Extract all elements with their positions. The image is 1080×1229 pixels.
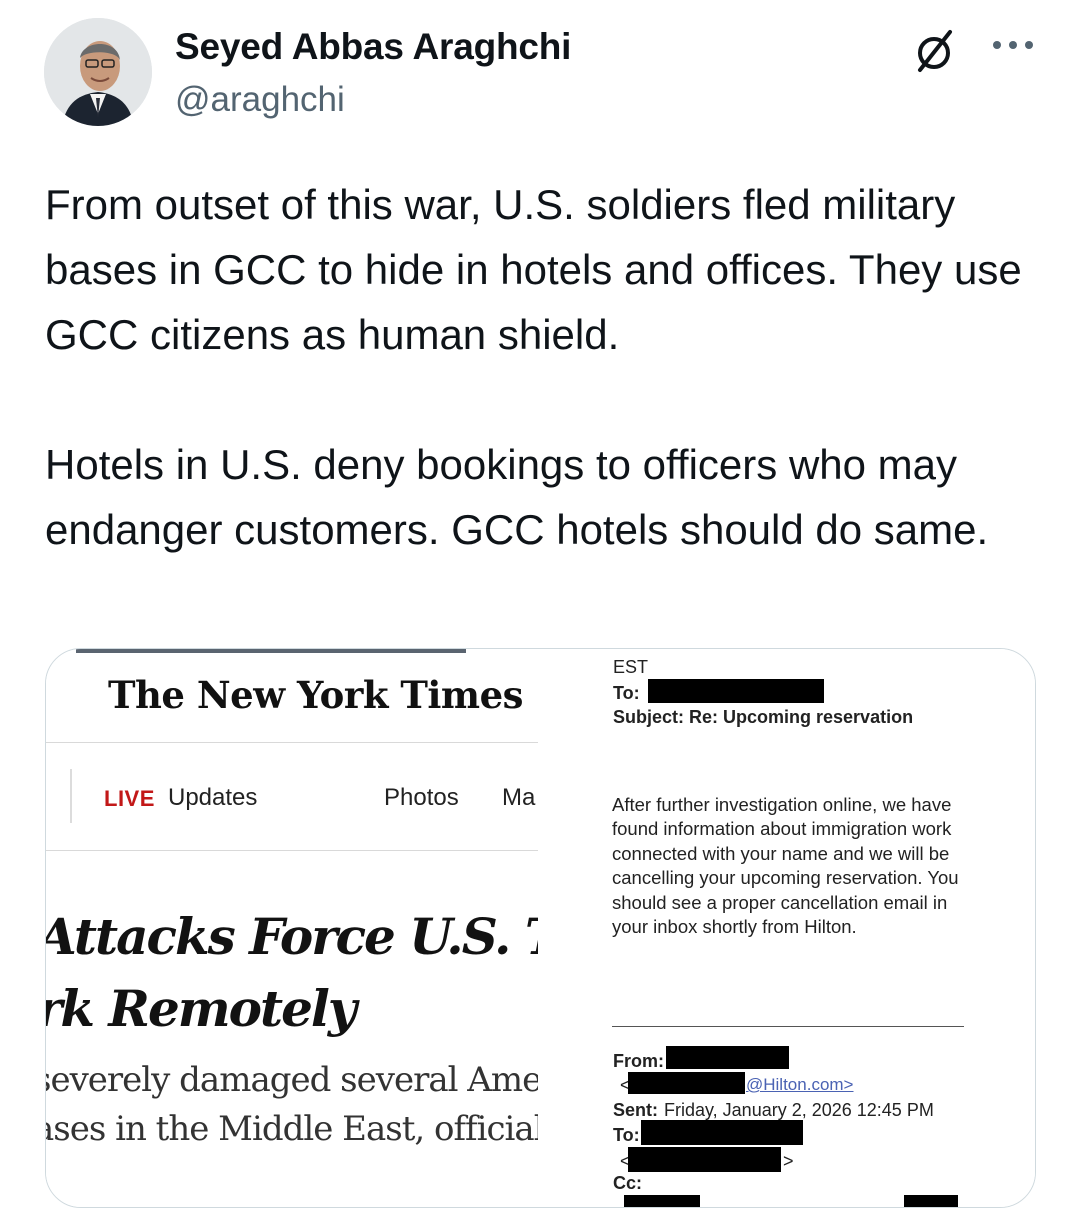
email-subject: Subject: Re: Upcoming reservation bbox=[613, 707, 914, 727]
redaction-bar bbox=[628, 1072, 745, 1094]
redaction-bar bbox=[641, 1120, 803, 1145]
redaction-bar bbox=[628, 1147, 781, 1172]
redaction-bar bbox=[904, 1195, 958, 1207]
redaction-bar bbox=[666, 1046, 789, 1069]
author-avatar[interactable] bbox=[44, 18, 152, 126]
redaction-bar bbox=[624, 1195, 700, 1207]
tweet-text: From outset of this war, U.S. soldiers f… bbox=[45, 172, 1045, 562]
email-est: EST bbox=[613, 657, 649, 677]
nyt-live-label: LIVE bbox=[104, 786, 155, 811]
author-handle[interactable]: @araghchi bbox=[175, 80, 345, 120]
nyt-logo: The New York Times bbox=[108, 673, 523, 717]
email-separator bbox=[612, 1026, 964, 1027]
email-hilton-address: @Hilton.com> bbox=[746, 1075, 854, 1094]
tweet-paragraph-2: Hotels in U.S. deny bookings to officers… bbox=[45, 441, 989, 553]
author-name[interactable]: Seyed Abbas Araghchi bbox=[175, 26, 571, 68]
nyt-headline-line-1: Attacks Force U.S. Tr bbox=[46, 907, 538, 966]
email-sent-value: Friday, January 2, 2026 12:45 PM bbox=[664, 1100, 934, 1120]
nyt-divider-2 bbox=[46, 850, 538, 851]
nyt-divider bbox=[46, 742, 538, 743]
tweet-paragraph-1: From outset of this war, U.S. soldiers f… bbox=[45, 181, 1022, 358]
email-screenshot: EST To: Subject: Re: Upcoming reservatio… bbox=[538, 649, 1035, 1207]
email-to-label: To: bbox=[613, 683, 640, 703]
grok-icon[interactable] bbox=[910, 26, 960, 76]
email-cc-label: Cc: bbox=[613, 1173, 643, 1193]
email-to2-label: To: bbox=[613, 1125, 640, 1145]
nyt-summary-line-2: ases in the Middle East, official bbox=[46, 1109, 538, 1149]
nyt-photos-label: Photos bbox=[384, 784, 459, 811]
nyt-ma-label: Ma bbox=[502, 784, 536, 811]
nyt-headline-line-2: rk Remotely bbox=[46, 979, 357, 1038]
nyt-top-line bbox=[76, 649, 466, 653]
nyt-nav-divider bbox=[70, 769, 72, 823]
email-from-label: From: bbox=[613, 1051, 664, 1071]
tweet-media-image[interactable]: The New York Times LIVE Updates Photos M… bbox=[45, 648, 1036, 1208]
nyt-updates-label: Updates bbox=[168, 784, 258, 811]
email-body: After further investigation online, we h… bbox=[612, 794, 959, 938]
email-sent-label: Sent: bbox=[613, 1100, 658, 1120]
nyt-summary-line-1: severely damaged several Ameri bbox=[46, 1060, 538, 1100]
redaction-bar bbox=[648, 679, 824, 703]
more-options-icon[interactable] bbox=[990, 30, 1036, 60]
nyt-screenshot: The New York Times LIVE Updates Photos M… bbox=[46, 649, 538, 1207]
email-gt-2: > bbox=[783, 1151, 794, 1171]
